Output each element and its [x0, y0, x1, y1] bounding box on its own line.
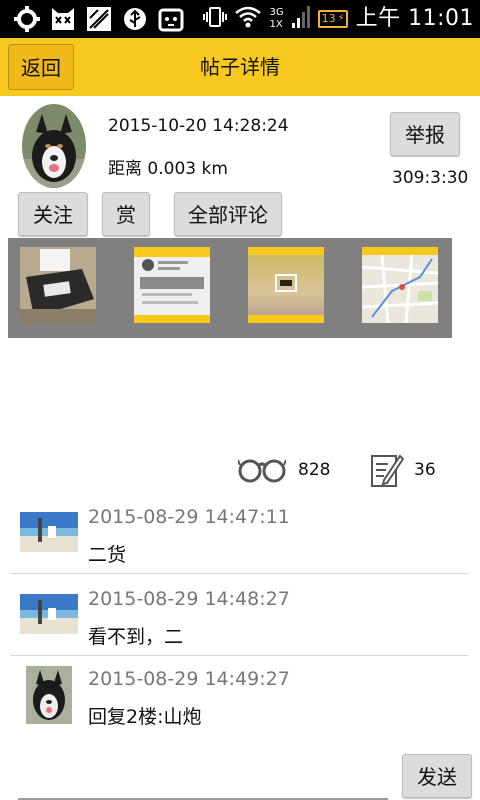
comment-avatar-beach[interactable] — [20, 512, 78, 552]
comment-time: 2015-08-29 14:48:27 — [88, 588, 290, 610]
comment-time: 2015-08-29 14:47:11 — [88, 506, 290, 528]
reward-button[interactable]: 赏 — [102, 192, 150, 236]
comment-divider — [10, 573, 468, 574]
cell-signal-icon — [291, 6, 310, 32]
clock: 上午 11:01 — [355, 6, 474, 31]
title-bar: 返回 帖子详情 — [0, 38, 480, 96]
comment-item[interactable]: 2015-08-29 14:49:27 回复2楼:山炮 — [0, 664, 480, 736]
usb-debug-icon — [122, 6, 148, 32]
post-stat: 309:3:30 — [392, 168, 469, 188]
charging-bolt-icon: ⚡ — [337, 13, 345, 24]
comment-count-group: 36 — [370, 450, 450, 490]
android-robot-icon — [158, 6, 184, 32]
vibrate-icon — [203, 5, 228, 33]
view-count: 828 — [298, 460, 331, 480]
back-button[interactable]: 返回 — [8, 44, 74, 90]
comment-text: 看不到，二 — [88, 626, 184, 648]
view-count-group: 828 — [237, 450, 338, 490]
network-type-bottom: 1X — [269, 19, 283, 30]
follow-button[interactable]: 关注 — [18, 192, 88, 236]
cat-app-icon — [50, 6, 76, 32]
network-type-indicator: 3G 1X — [269, 8, 283, 30]
notification-icons — [14, 6, 184, 32]
comment-time: 2015-08-29 14:49:27 — [88, 668, 290, 690]
post-distance: 距离 0.003 km — [108, 159, 228, 179]
comment-avatar-beach[interactable] — [20, 594, 78, 634]
glasses-icon — [237, 456, 287, 488]
author-avatar[interactable] — [22, 104, 86, 188]
signal-app-icon — [86, 6, 112, 32]
comment-text: 回复2楼:山炮 — [88, 706, 202, 728]
all-comments-button[interactable]: 全部评论 — [174, 192, 282, 236]
gallery-image-map[interactable] — [362, 247, 438, 323]
comment-divider — [10, 655, 468, 656]
comment-input[interactable] — [18, 760, 388, 800]
ring-notification-icon — [14, 6, 40, 32]
post-timestamp: 2015-10-20 14:28:24 — [108, 116, 289, 136]
network-type-top: 3G — [269, 7, 284, 18]
send-button[interactable]: 发送 — [402, 754, 472, 798]
comment-text: 二货 — [88, 544, 127, 566]
gallery-image-screenshot-post[interactable] — [134, 247, 210, 323]
image-gallery — [8, 238, 452, 338]
gallery-image-printer[interactable] — [20, 247, 96, 323]
status-bar: 3G 1X 13 ⚡ 上午 11:01 — [0, 0, 480, 38]
comment-avatar-dog[interactable] — [26, 666, 72, 724]
comment-item[interactable]: 2015-08-29 14:47:11 二货 — [0, 500, 480, 572]
edit-note-icon — [370, 452, 405, 492]
report-button[interactable]: 举报 — [390, 112, 460, 156]
battery-icon: 13 ⚡ — [317, 10, 348, 28]
comment-count: 36 — [414, 460, 436, 480]
wifi-icon — [235, 6, 262, 32]
comment-item[interactable]: 2015-08-29 14:48:27 看不到，二 — [0, 582, 480, 654]
battery-level: 13 — [321, 12, 336, 25]
gallery-image-camera[interactable] — [248, 247, 324, 323]
page-title: 帖子详情 — [200, 55, 280, 79]
